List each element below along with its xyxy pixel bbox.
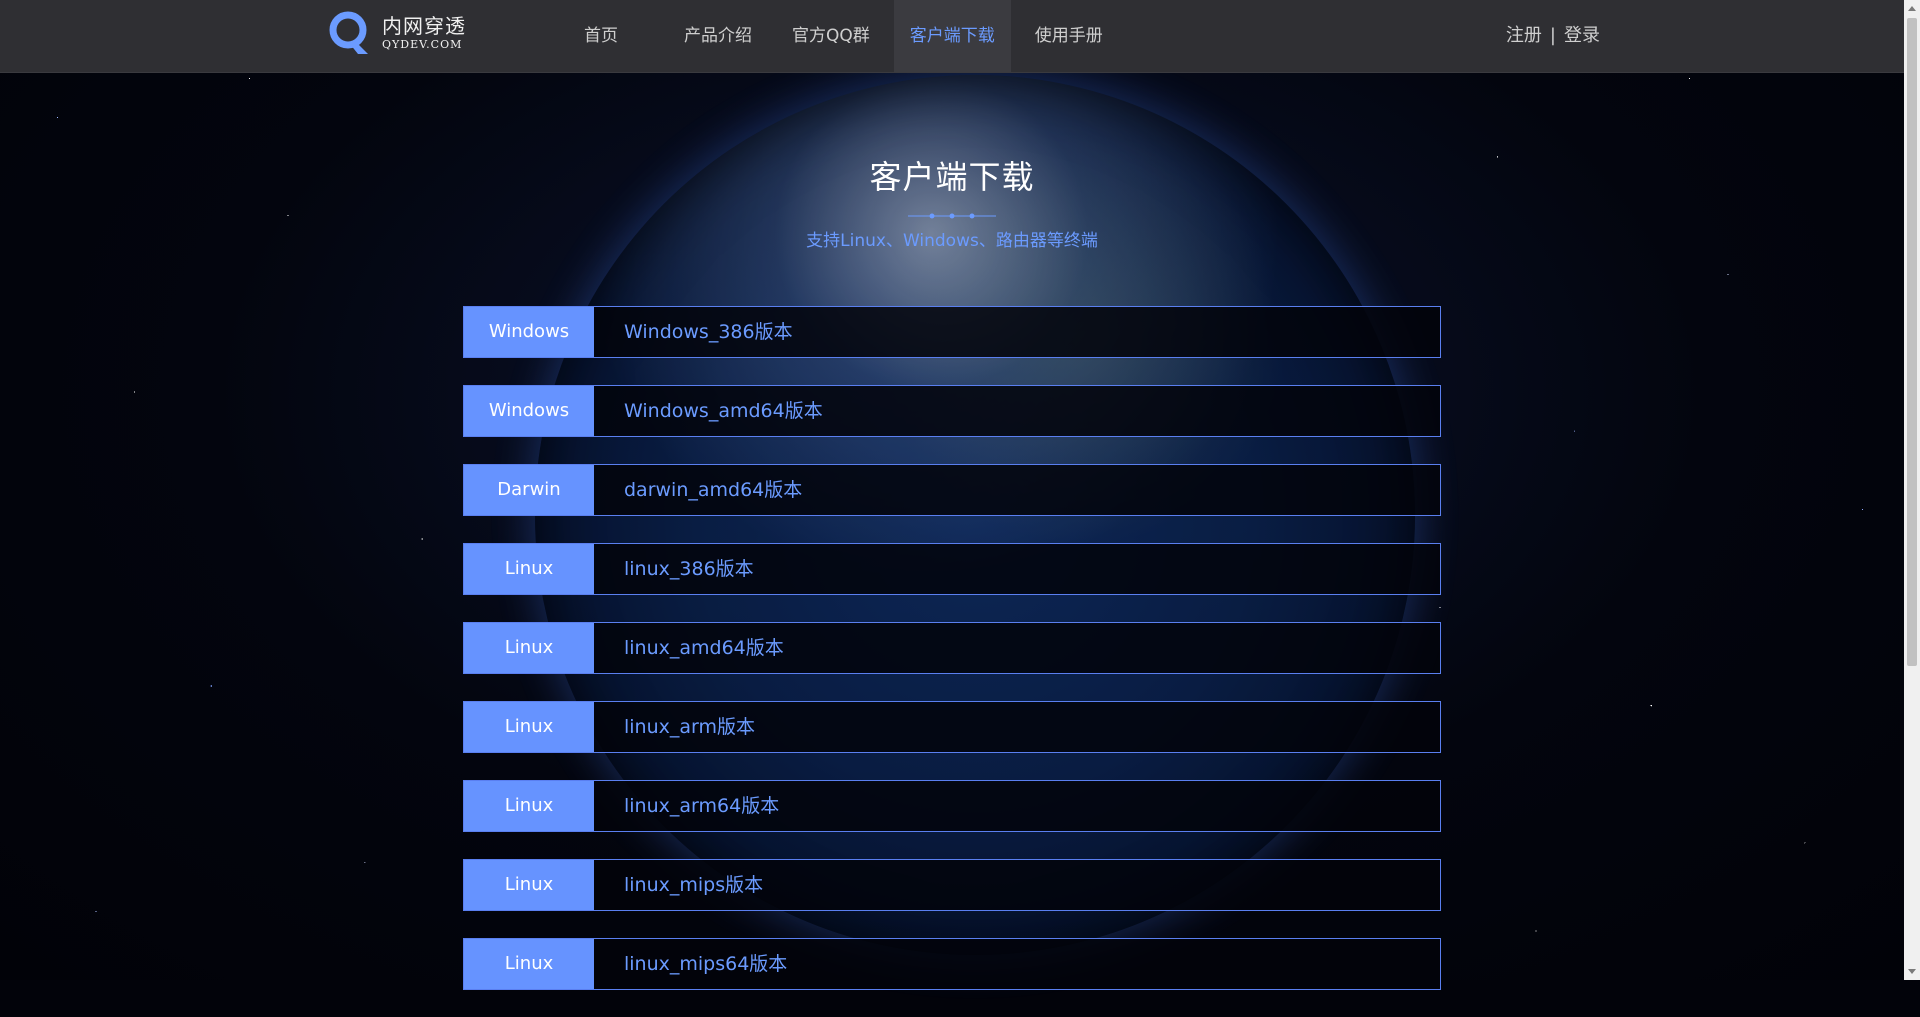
download-row[interactable]: Linux linux_mips版本 [463,859,1441,911]
site-logo[interactable]: 内网穿透 QYDEV.COM [328,10,466,56]
download-row[interactable]: Darwin darwin_amd64版本 [463,464,1441,516]
register-link[interactable]: 注册 [1506,25,1542,46]
logo-name: 内网穿透 [382,14,466,38]
main-nav: 首页 产品介绍 官方QQ群 客户端下载 使用手册 [560,0,1127,72]
nav-home[interactable]: 首页 [560,0,660,72]
download-link[interactable]: darwin_amd64版本 [594,465,802,515]
download-row[interactable]: Windows Windows_amd64版本 [463,385,1441,437]
download-list: Windows Windows_386版本 Windows Windows_am… [463,306,1441,1017]
download-link[interactable]: linux_mips版本 [594,860,763,910]
download-row[interactable]: Linux linux_mips64版本 [463,938,1441,990]
scroll-down-icon[interactable] [1908,969,1916,974]
download-row[interactable]: Linux linux_arm64版本 [463,780,1441,832]
download-row[interactable]: Windows Windows_386版本 [463,306,1441,358]
logo-domain: QYDEV.COM [382,38,463,51]
auth-links: 注册 | 登录 [1506,0,1600,72]
download-row[interactable]: Linux linux_amd64版本 [463,622,1441,674]
platform-tag: Linux [464,860,594,910]
nav-product-intro[interactable]: 产品介绍 [668,0,768,72]
q-logo-icon [328,10,372,56]
download-row[interactable]: Linux linux_386版本 [463,543,1441,595]
platform-tag: Linux [464,623,594,673]
download-link[interactable]: linux_arm64版本 [594,781,779,831]
auth-separator: | [1549,25,1556,46]
download-link[interactable]: linux_386版本 [594,544,754,594]
platform-tag: Linux [464,781,594,831]
scroll-up-icon[interactable] [1908,6,1916,11]
nav-client-download[interactable]: 客户端下载 [893,0,1011,72]
download-link[interactable]: Windows_386版本 [594,307,793,357]
platform-tag: Linux [464,544,594,594]
login-link[interactable]: 登录 [1564,25,1600,46]
platform-tag: Windows [464,386,594,436]
vertical-scrollbar[interactable] [1904,0,1920,980]
download-row[interactable]: Linux linux_arm版本 [463,701,1441,753]
top-header: 内网穿透 QYDEV.COM 首页 产品介绍 官方QQ群 客户端下载 使用手册 … [0,0,1920,73]
page-title: 客户端下载 [869,158,1035,196]
page-subtitle: 支持Linux、Windows、路由器等终端 [806,231,1098,251]
nav-user-manual[interactable]: 使用手册 [1019,0,1119,72]
scroll-thumb[interactable] [1907,18,1917,666]
platform-tag: Linux [464,702,594,752]
download-link[interactable]: linux_mips64版本 [594,939,787,989]
nav-qq-group[interactable]: 官方QQ群 [776,0,886,72]
platform-tag: Windows [464,307,594,357]
download-link[interactable]: linux_amd64版本 [594,623,784,673]
platform-tag: Linux [464,939,594,989]
title-divider [908,213,996,219]
download-link[interactable]: linux_arm版本 [594,702,755,752]
download-link[interactable]: Windows_amd64版本 [594,386,823,436]
platform-tag: Darwin [464,465,594,515]
